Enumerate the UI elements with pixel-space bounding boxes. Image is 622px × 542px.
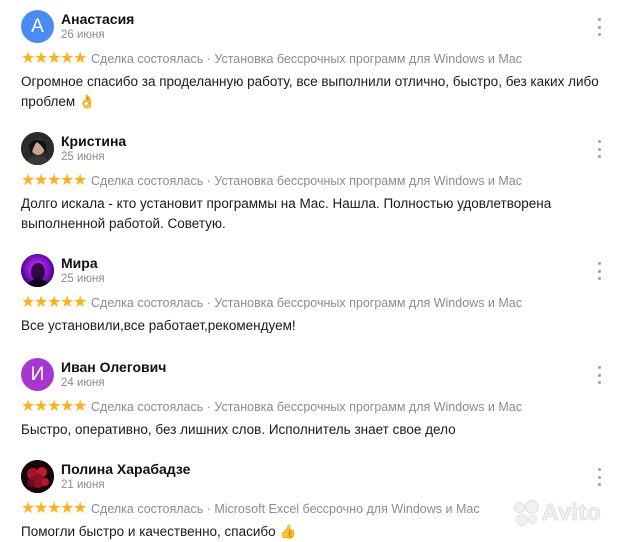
review-meta: ★ ★ ★ ★ ★ Сделка состоялась · Установка бесс… <box>21 51 522 67</box>
avatar[interactable] <box>21 460 54 493</box>
review-text-block: Огромное спасибо за проделанную работу, … <box>21 72 611 112</box>
avatar[interactable] <box>21 132 54 165</box>
review-date: 21 июня <box>61 479 105 491</box>
reviewer-name[interactable]: Мира <box>61 255 98 271</box>
star-icon: ★ <box>60 398 75 415</box>
rating-stars: ★ ★ ★ ★ ★ <box>21 294 88 311</box>
more-vertical-icon[interactable] <box>592 140 606 158</box>
star-icon: ★ <box>34 172 49 189</box>
rating-stars: ★ ★ ★ ★ ★ <box>21 398 88 415</box>
review-date: 25 июня <box>61 151 105 163</box>
review-text: Все установили,все работает,рекомендуем! <box>21 318 296 333</box>
avatar[interactable]: А <box>21 10 54 43</box>
review-text: Долго искала - кто установит программы н… <box>21 196 552 231</box>
review-text: Огромное спасибо за проделанную работу, … <box>21 74 599 109</box>
star-icon: ★ <box>47 294 62 311</box>
rating-stars: ★ ★ ★ ★ ★ <box>21 500 88 517</box>
star-icon: ★ <box>73 172 88 189</box>
user-photo-icon <box>21 254 54 287</box>
star-icon: ★ <box>60 500 75 517</box>
rating-stars: ★ ★ ★ ★ ★ <box>21 50 88 67</box>
user-photo-icon <box>21 460 54 493</box>
star-icon: ★ <box>34 398 49 415</box>
deal-info: Сделка состоялась · Установка бессрочных… <box>91 296 522 310</box>
star-icon: ★ <box>73 294 88 311</box>
star-icon: ★ <box>21 500 36 517</box>
star-icon: ★ <box>34 500 49 517</box>
reviewer-name[interactable]: Иван Олегович <box>61 359 166 375</box>
star-icon: ★ <box>60 172 75 189</box>
avito-watermark: Avito <box>514 499 601 526</box>
review-meta: ★ ★ ★ ★ ★ Сделка состоялась · Microsoft Exce… <box>21 501 480 517</box>
thumbs-up-emoji-icon: 👍 <box>279 524 297 540</box>
review-text: Быстро, оперативно, без лишних слов. Исп… <box>21 422 456 437</box>
user-photo-icon <box>21 132 54 165</box>
star-icon: ★ <box>47 50 62 67</box>
more-vertical-icon[interactable] <box>592 262 606 280</box>
star-icon: ★ <box>21 172 36 189</box>
reviewer-name[interactable]: Кристина <box>61 133 126 149</box>
reviewer-name[interactable]: Полина Харабадзе <box>61 461 190 477</box>
star-icon: ★ <box>60 294 75 311</box>
review-text: Помогли быстро и качественно, спасибо <box>21 524 276 539</box>
review-date: 24 июня <box>61 377 105 389</box>
star-icon: ★ <box>21 50 36 67</box>
avito-logo-icon <box>514 499 539 526</box>
star-icon: ★ <box>34 50 49 67</box>
review-meta: ★ ★ ★ ★ ★ Сделка состоялась · Установка бесс… <box>21 399 522 415</box>
rating-stars: ★ ★ ★ ★ ★ <box>21 172 88 189</box>
more-vertical-icon[interactable] <box>592 18 606 36</box>
watermark-text: Avito <box>541 499 602 526</box>
more-vertical-icon[interactable] <box>592 468 606 486</box>
avatar[interactable]: И <box>21 358 54 391</box>
review-date: 26 июня <box>61 29 105 41</box>
review-date: 25 июня <box>61 273 105 285</box>
more-vertical-icon[interactable] <box>592 366 606 384</box>
avatar[interactable] <box>21 254 54 287</box>
review-meta: ★ ★ ★ ★ ★ Сделка состоялась · Установка бесс… <box>21 295 522 311</box>
reviewer-name[interactable]: Анастасия <box>61 11 134 27</box>
ok-hand-emoji-icon: 👌 <box>78 94 96 110</box>
star-icon: ★ <box>34 294 49 311</box>
star-icon: ★ <box>47 398 62 415</box>
star-icon: ★ <box>73 398 88 415</box>
star-icon: ★ <box>21 398 36 415</box>
star-icon: ★ <box>47 172 62 189</box>
deal-info: Сделка состоялась · Microsoft Excel бесс… <box>91 502 480 516</box>
star-icon: ★ <box>47 500 62 517</box>
star-icon: ★ <box>21 294 36 311</box>
deal-info: Сделка состоялась · Установка бессрочных… <box>91 174 522 188</box>
star-icon: ★ <box>60 50 75 67</box>
star-icon: ★ <box>73 50 88 67</box>
star-icon: ★ <box>73 500 88 517</box>
deal-info: Сделка состоялась · Установка бессрочных… <box>91 52 522 66</box>
deal-info: Сделка состоялась · Установка бессрочных… <box>91 400 522 414</box>
review-meta: ★ ★ ★ ★ ★ Сделка состоялась · Установка бесс… <box>21 173 522 189</box>
